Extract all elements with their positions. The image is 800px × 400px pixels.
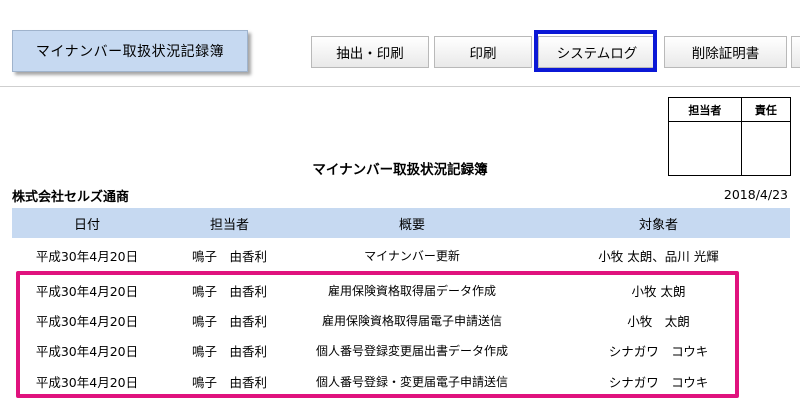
column-header-summary: 概要 [398, 217, 425, 233]
app-title: マイナンバー取扱状況記録簿 [35, 44, 225, 60]
stamp-responsible-header: 責任 [740, 97, 792, 122]
print-label: 印刷 [469, 46, 497, 62]
stamp-staff-cell [668, 121, 742, 176]
selected-rows-highlight-box [16, 271, 739, 398]
stamp-responsible-cell [740, 121, 792, 176]
column-header-staff: 担当者 [209, 217, 249, 233]
company-name: 株式会社セルズ通商 [12, 190, 130, 205]
app-title-banner: マイナンバー取扱状況記録簿 [12, 30, 248, 72]
extract-print-label: 抽出・印刷 [336, 46, 404, 62]
document-title: マイナンバー取扱状況記録簿 [312, 162, 488, 178]
stamp-staff-header: 担当者 [668, 97, 742, 122]
approval-stamp-box: 担当者 責任 [668, 97, 792, 176]
column-header-date: 日付 [73, 217, 100, 233]
delete-certificate-label: 削除証明書 [691, 46, 760, 62]
table-row[interactable]: 平成30年4月20日 鳴子 由香利 マイナンバー更新 小牧 太朗、品川 光輝 [12, 240, 790, 270]
extract-print-button[interactable]: 抽出・印刷 [311, 36, 429, 68]
row-summary: マイナンバー更新 [364, 248, 460, 263]
system-log-highlight-box [534, 30, 657, 72]
toolbar-overflow-button[interactable] [791, 36, 800, 68]
print-button[interactable]: 印刷 [434, 36, 532, 68]
column-header-target: 対象者 [638, 217, 678, 233]
document-date: 2018/4/23 [723, 187, 788, 202]
delete-certificate-button[interactable]: 削除証明書 [664, 36, 787, 68]
row-staff: 鳴子 由香利 [191, 248, 267, 264]
log-table-header: 日付 担当者 概要 対象者 [12, 208, 790, 238]
toolbar-divider [0, 86, 800, 87]
row-target: 小牧 太朗、品川 光輝 [598, 248, 719, 264]
row-date: 平成30年4月20日 [35, 248, 139, 264]
